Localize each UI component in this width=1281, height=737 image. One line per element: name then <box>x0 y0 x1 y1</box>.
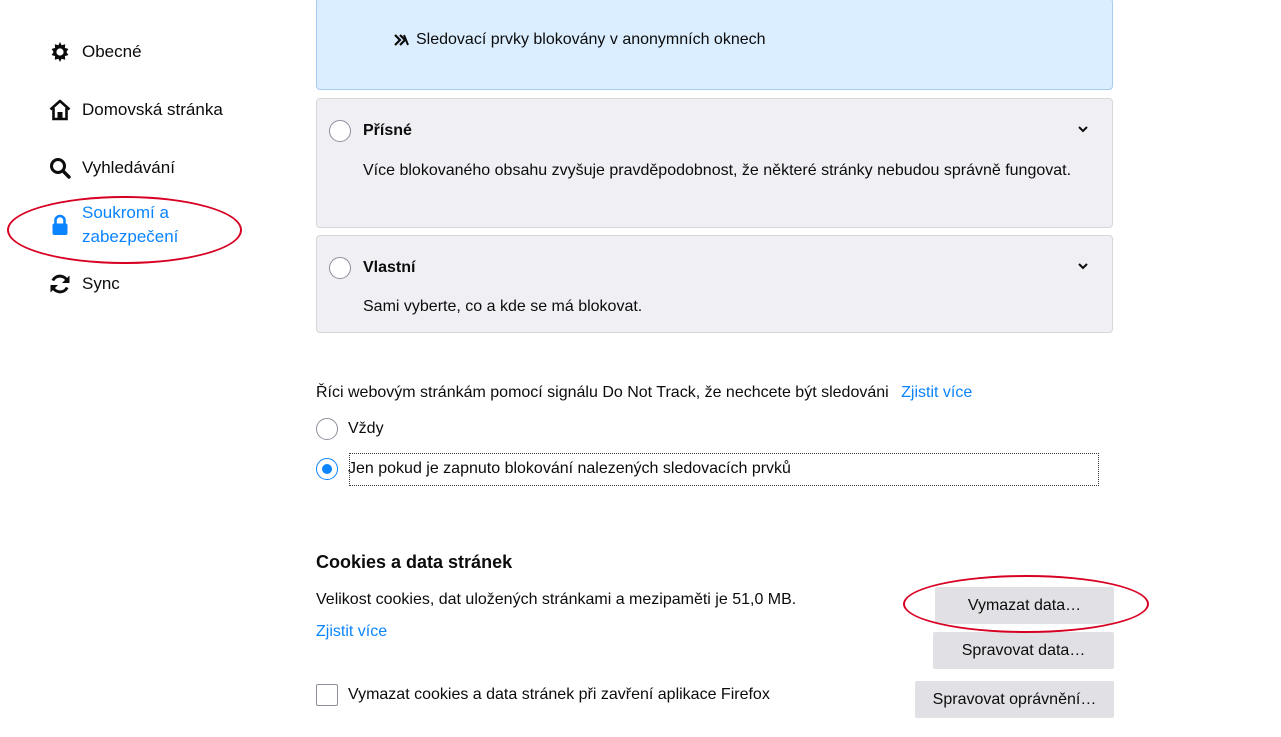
strict-title: Přísné <box>363 122 412 139</box>
chevron-down-icon[interactable] <box>1076 259 1090 273</box>
gear-icon <box>48 40 72 64</box>
standard-bullet-text: Sledovací prvky blokovány v anonymních o… <box>416 31 766 48</box>
custom-radio[interactable] <box>329 257 351 279</box>
cookies-learn-more-link[interactable]: Zjistit více <box>316 623 387 641</box>
sidebar-item-label-line1: Soukromí a <box>82 203 169 222</box>
dnt-radio-always[interactable] <box>316 418 338 440</box>
search-icon <box>48 156 72 180</box>
focus-ring <box>349 453 1099 486</box>
dnt-learn-more-link[interactable]: Zjistit více <box>901 384 972 401</box>
sidebar-item-label-line2: zabezpečení <box>82 227 179 246</box>
sidebar-item-label: Vyhledávání <box>82 158 175 177</box>
home-icon <box>48 98 72 122</box>
custom-card[interactable]: Vlastní Sami vyberte, co a kde se má blo… <box>316 235 1113 333</box>
sidebar-item-sync[interactable]: Sync <box>48 272 120 296</box>
cookies-size-text: Velikost cookies, dat uložených stránkam… <box>316 591 797 608</box>
sidebar-item-label: Sync <box>82 274 120 293</box>
manage-permissions-button[interactable]: Spravovat oprávnění… <box>915 681 1114 718</box>
clear-on-close-checkbox[interactable] <box>316 684 338 706</box>
clear-data-button[interactable]: Vymazat data… <box>935 587 1114 624</box>
dnt-option-label: Vždy <box>348 420 384 437</box>
sidebar-item-home[interactable]: Domovská stránka <box>48 98 223 122</box>
manage-data-button[interactable]: Spravovat data… <box>933 632 1114 669</box>
sidebar-item-search[interactable]: Vyhledávání <box>48 156 175 180</box>
dnt-label-text: Říci webovým stránkám pomocí signálu Do … <box>316 384 889 401</box>
strict-radio[interactable] <box>329 120 351 142</box>
dnt-radio-tracking[interactable] <box>316 458 338 480</box>
standard-card[interactable]: Sledovací prvky blokovány v anonymních o… <box>316 0 1113 90</box>
lock-icon <box>48 213 72 237</box>
standard-bullet: Sledovací prvky blokovány v anonymních o… <box>393 31 766 49</box>
sync-icon <box>48 272 72 296</box>
strict-card[interactable]: Přísné Více blokovaného obsahu zvyšuje p… <box>316 98 1113 228</box>
tracker-blocked-icon <box>393 32 409 48</box>
sidebar-item-label: Domovská stránka <box>82 100 223 119</box>
custom-description: Sami vyberte, co a kde se má blokovat. <box>363 298 643 315</box>
clear-on-close-label: Vymazat cookies a data stránek při zavře… <box>348 686 770 703</box>
custom-title: Vlastní <box>363 259 416 276</box>
dnt-label: Říci webovým stránkám pomocí signálu Do … <box>316 384 972 402</box>
sidebar-item-label: Obecné <box>82 42 142 61</box>
dnt-option-always[interactable]: Vždy <box>316 418 384 440</box>
sidebar-item-general[interactable]: Obecné <box>48 40 142 64</box>
strict-description: Více blokovaného obsahu zvyšuje pravděpo… <box>363 162 1072 179</box>
sidebar-item-privacy[interactable]: Soukromí a zabezpečení <box>48 201 178 249</box>
cookies-section-title: Cookies a data stránek <box>316 552 513 572</box>
chevron-down-icon[interactable] <box>1076 122 1090 136</box>
